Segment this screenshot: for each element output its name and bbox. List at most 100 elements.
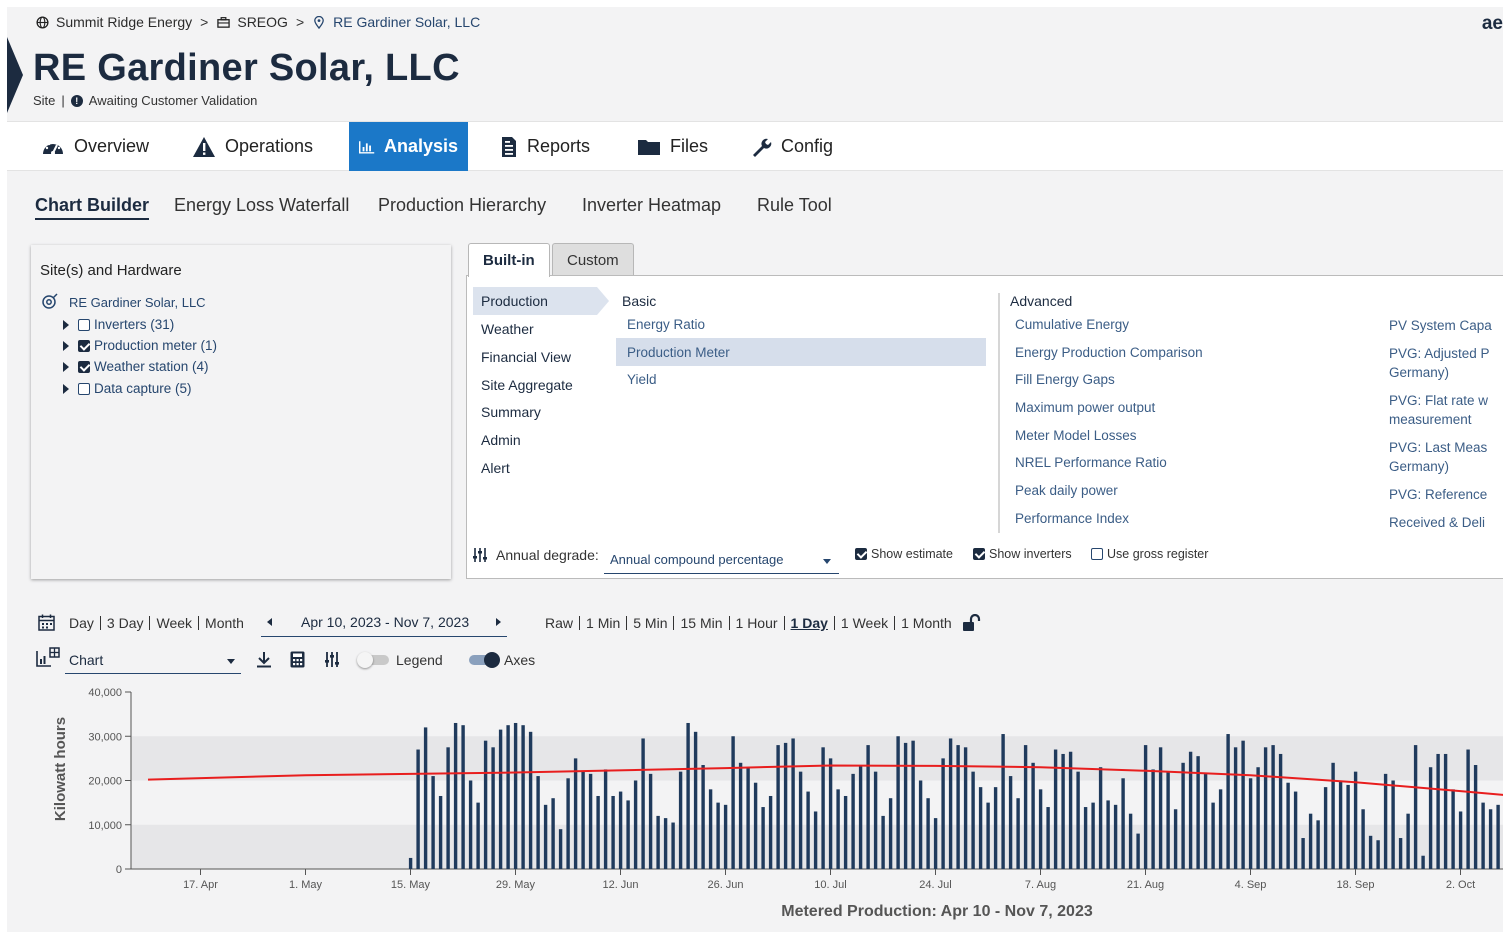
metric-peak-daily-power[interactable]: Peak daily power	[1015, 483, 1118, 498]
download-icon[interactable]	[256, 651, 272, 668]
range-month[interactable]: Month	[198, 615, 250, 630]
unlock-icon[interactable]	[962, 614, 982, 632]
metric-pvg-flat-rate[interactable]: PVG: Flat rate w measurement	[1389, 391, 1503, 429]
subtab-energy-loss-waterfall[interactable]: Energy Loss Waterfall	[174, 195, 349, 216]
bar	[581, 771, 585, 869]
subtab-production-hierarchy[interactable]: Production Hierarchy	[378, 195, 546, 216]
tab-built-in[interactable]: Built-in	[468, 243, 550, 277]
chevron-down-icon	[227, 659, 235, 664]
tree-item-inverters[interactable]: Inverters (31)	[63, 317, 174, 332]
tree-item-weather-station[interactable]: Weather station (4)	[63, 359, 209, 374]
checkbox[interactable]	[78, 318, 90, 331]
show-estimate-option[interactable]: Show estimate	[855, 547, 953, 561]
checkbox[interactable]	[78, 382, 90, 395]
bar	[611, 795, 615, 869]
subtab-chart-builder[interactable]: Chart Builder	[35, 195, 150, 220]
caret-right-icon[interactable]	[63, 383, 69, 394]
metric-pvg-adjusted[interactable]: PVG: Adjusted P Germany)	[1389, 344, 1503, 382]
main-tabs: Overview Operations Analysis Reports Fil…	[7, 121, 1503, 171]
checkbox[interactable]	[1091, 548, 1103, 560]
breadcrumb-item-site[interactable]: RE Gardiner Solar, LLC	[333, 14, 480, 30]
tab-overview[interactable]: Overview	[31, 122, 159, 171]
checkbox[interactable]	[78, 360, 90, 373]
metric-pvg-last-measurement[interactable]: PVG: Last Meas Germany)	[1389, 438, 1503, 476]
prev-arrow-icon[interactable]	[267, 618, 272, 626]
tab-files[interactable]: Files	[627, 122, 718, 171]
interval-15-min[interactable]: 15 Min	[673, 616, 728, 630]
bar	[1068, 751, 1073, 869]
metric-pv-system-capacity[interactable]: PV System Capa	[1389, 316, 1503, 336]
category-weather[interactable]: Weather	[481, 321, 534, 337]
tab-analysis[interactable]: Analysis	[349, 122, 468, 171]
interval-1-min[interactable]: 1 Min	[579, 616, 626, 630]
interval-5-min[interactable]: 5 Min	[626, 616, 673, 630]
category-financial-view[interactable]: Financial View	[481, 349, 571, 365]
use-gross-option[interactable]: Use gross register	[1091, 547, 1208, 561]
interval-1-week[interactable]: 1 Week	[833, 616, 894, 630]
bar	[881, 815, 885, 869]
caret-right-icon[interactable]	[63, 340, 69, 351]
date-range-picker[interactable]: Apr 10, 2023 - Nov 7, 2023	[261, 613, 507, 637]
breadcrumb-item-org[interactable]: Summit Ridge Energy	[56, 14, 192, 30]
metric-cumulative-energy[interactable]: Cumulative Energy	[1015, 317, 1129, 332]
checkbox[interactable]	[78, 339, 90, 352]
bar	[1406, 813, 1410, 869]
tab-config[interactable]: Config	[740, 122, 843, 171]
sliders-icon[interactable]	[324, 651, 340, 668]
bar	[813, 811, 818, 869]
caret-right-icon[interactable]	[63, 361, 69, 372]
metric-pvg-reference[interactable]: PVG: Reference	[1389, 485, 1503, 505]
tab-reports[interactable]: Reports	[490, 122, 600, 171]
caret-right-icon[interactable]	[63, 319, 69, 330]
subtab-inverter-heatmap[interactable]: Inverter Heatmap	[582, 195, 721, 216]
category-alert[interactable]: Alert	[481, 460, 510, 476]
tab-custom[interactable]: Custom	[552, 243, 634, 276]
metric-energy-production-comparison[interactable]: Energy Production Comparison	[1015, 345, 1203, 360]
toggle-knob	[484, 652, 500, 668]
annual-degrade: Annual degrade:	[472, 547, 599, 563]
next-arrow-icon[interactable]	[496, 618, 501, 626]
range-day[interactable]: Day	[63, 616, 100, 630]
metric-energy-ratio[interactable]: Energy Ratio	[627, 317, 705, 332]
category-admin[interactable]: Admin	[481, 432, 521, 448]
bar	[873, 771, 878, 869]
legend-toggle[interactable]	[357, 652, 389, 668]
metric-meter-model-losses[interactable]: Meter Model Losses	[1015, 428, 1137, 443]
subtab-rule-tool[interactable]: Rule Tool	[757, 195, 832, 216]
metric-nrel-performance-ratio[interactable]: NREL Performance Ratio	[1015, 455, 1167, 470]
interval-1-day[interactable]: 1 Day	[783, 616, 834, 630]
range-3-day[interactable]: 3 Day	[99, 615, 150, 630]
bar	[926, 798, 930, 869]
metric-received-delivered[interactable]: Received & Deli	[1389, 513, 1503, 533]
briefcase-icon	[216, 15, 230, 29]
show-inverters-option[interactable]: Show inverters	[973, 547, 1072, 561]
metric-yield[interactable]: Yield	[627, 372, 657, 387]
tab-operations[interactable]: Operations	[182, 122, 323, 171]
tree-item-data-capture[interactable]: Data capture (5)	[63, 381, 192, 396]
metric-performance-index[interactable]: Performance Index	[1015, 511, 1129, 526]
checkbox[interactable]	[973, 548, 985, 560]
tree-item-production-meter[interactable]: Production meter (1)	[63, 338, 217, 353]
axes-toggle[interactable]	[469, 652, 500, 668]
checkbox[interactable]	[855, 548, 867, 560]
metric-maximum-power-output[interactable]: Maximum power output	[1015, 400, 1155, 415]
interval-1-hour[interactable]: 1 Hour	[728, 616, 784, 630]
tree-root[interactable]: RE Gardiner Solar, LLC	[41, 293, 206, 311]
range-week[interactable]: Week	[149, 615, 198, 630]
category-production[interactable]: Production	[481, 293, 548, 309]
bar	[461, 725, 465, 869]
interval-1-month[interactable]: 1 Month	[894, 616, 958, 630]
breadcrumb-item-portfolio[interactable]: SREOG	[237, 14, 288, 30]
annual-degrade-select[interactable]: Annual compound percentage	[604, 550, 839, 574]
page: Summit Ridge Energy > SREOG > RE Gardine…	[7, 7, 1503, 932]
category-summary[interactable]: Summary	[481, 404, 541, 420]
metric-fill-energy-gaps[interactable]: Fill Energy Gaps	[1015, 372, 1115, 387]
interval-raw[interactable]: Raw	[539, 616, 579, 630]
bar	[761, 807, 765, 869]
metric-production-meter[interactable]: Production Meter	[627, 345, 730, 360]
tab-label: Files	[670, 136, 709, 156]
calculator-icon[interactable]	[290, 651, 305, 668]
show-inverters-label: Show inverters	[989, 547, 1072, 561]
category-site-aggregate[interactable]: Site Aggregate	[481, 377, 573, 393]
chart-select[interactable]: Chart	[65, 648, 241, 674]
